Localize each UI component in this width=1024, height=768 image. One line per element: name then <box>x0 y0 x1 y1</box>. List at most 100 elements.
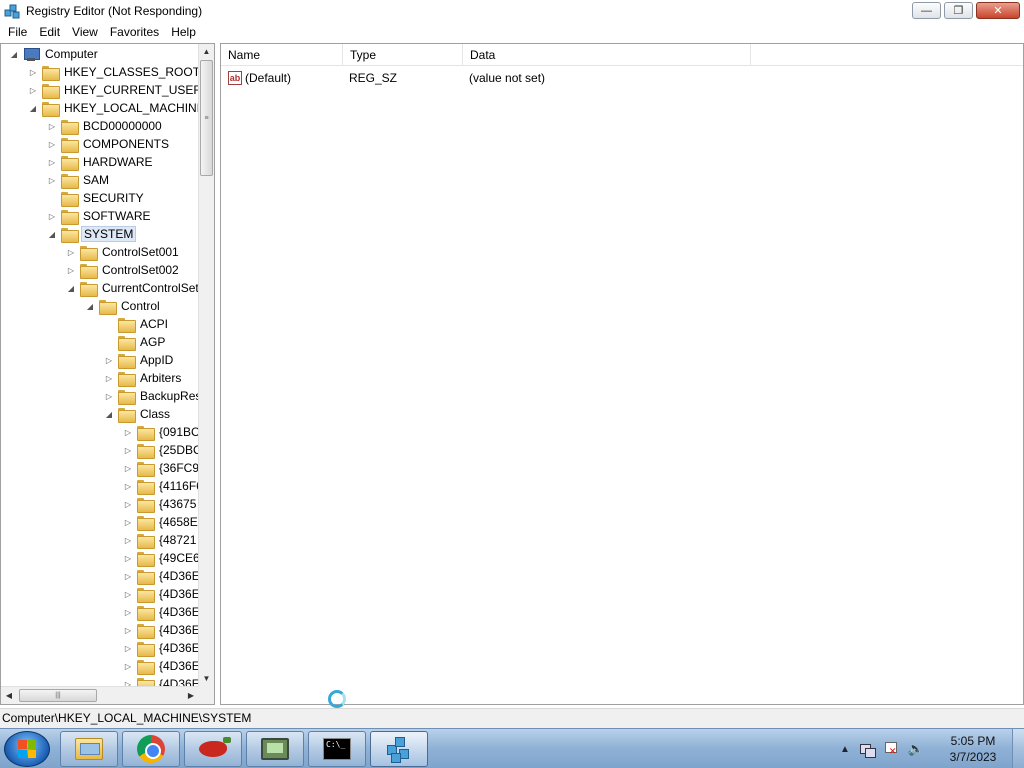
tree-node[interactable]: ▷ {48721 <box>123 531 198 549</box>
tree-node[interactable]: ▷ BackupRes <box>104 387 199 405</box>
tree-node[interactable]: ▷ Arbiters <box>104 369 183 387</box>
tree-node[interactable]: ◢ Class <box>104 405 172 423</box>
expand-arrow-icon[interactable]: ▷ <box>123 482 133 491</box>
taskbar-chrome-button[interactable] <box>122 731 180 767</box>
collapse-arrow-icon[interactable]: ◢ <box>28 104 38 113</box>
menu-edit[interactable]: Edit <box>33 25 66 39</box>
tree-node[interactable]: ▷ {49CE6 <box>123 549 199 567</box>
tree-node[interactable]: ▷ ControlSet001 <box>66 243 181 261</box>
expand-arrow-icon[interactable]: ▷ <box>47 140 57 149</box>
expand-arrow-icon[interactable]: ▷ <box>104 392 114 401</box>
expand-arrow-icon[interactable]: ▷ <box>123 626 133 635</box>
taskbar-cmd-button[interactable]: C:\_ <box>308 731 366 767</box>
tree-node[interactable]: ▷ HKEY_CLASSES_ROOT <box>28 63 199 81</box>
expand-arrow-icon[interactable]: ▷ <box>123 644 133 653</box>
taskbar-regedit-button[interactable] <box>370 731 428 767</box>
expand-arrow-icon[interactable]: ▷ <box>47 176 57 185</box>
scroll-up-arrow-icon[interactable]: ▲ <box>199 44 214 60</box>
value-row[interactable]: ab (Default) REG_SZ (value not set) <box>221 68 545 88</box>
expand-arrow-icon[interactable]: ▷ <box>123 518 133 527</box>
tree-node[interactable]: ▷ ControlSet002 <box>66 261 181 279</box>
expand-arrow-icon[interactable]: ▷ <box>123 554 133 563</box>
show-desktop-button[interactable] <box>1012 729 1024 768</box>
tree-node[interactable]: ◢ HKEY_LOCAL_MACHINE <box>28 99 199 117</box>
taskbar-device-button[interactable] <box>246 731 304 767</box>
column-header-data[interactable]: Data <box>463 44 751 66</box>
tree-node[interactable]: ▷ {43675 <box>123 495 198 513</box>
network-icon[interactable] <box>859 742 876 758</box>
maximize-button[interactable]: ❐ <box>944 2 973 19</box>
values-list-pane[interactable]: Name Type Data ab (Default) REG_SZ (valu… <box>220 43 1024 705</box>
tree-node[interactable]: ▷ {4D36E <box>123 657 199 675</box>
expand-arrow-icon[interactable]: ▷ <box>123 428 133 437</box>
tree-node[interactable]: AGP <box>104 333 167 351</box>
start-button[interactable] <box>4 731 50 767</box>
menu-help[interactable]: Help <box>165 25 202 39</box>
expand-arrow-icon[interactable]: ▷ <box>47 158 57 167</box>
expand-arrow-icon[interactable]: ▷ <box>66 266 76 275</box>
tree-node[interactable]: ▷ {36FC9 <box>123 459 199 477</box>
expand-arrow-icon[interactable]: ▷ <box>123 590 133 599</box>
column-header-name[interactable]: Name <box>221 44 343 66</box>
show-hidden-icons-icon[interactable]: ▲ <box>840 744 850 755</box>
menu-view[interactable]: View <box>66 25 104 39</box>
tree-node[interactable]: ACPI <box>104 315 170 333</box>
expand-arrow-icon[interactable]: ▷ <box>123 536 133 545</box>
registry-tree-pane[interactable]: ◢ Computer ▷ HKEY_CLASSES_ROOT ▷ HKEY_CURRENT… <box>0 43 215 705</box>
taskbar-explorer-button[interactable] <box>60 731 118 767</box>
tree-node[interactable]: ▷ {4D36E <box>123 639 199 657</box>
tree-node[interactable]: ▷ BCD00000000 <box>47 117 164 135</box>
expand-arrow-icon[interactable]: ▷ <box>123 608 133 617</box>
column-header-type[interactable]: Type <box>343 44 463 66</box>
tree-node[interactable]: ▷ AppID <box>104 351 175 369</box>
tree-node[interactable]: ◢ SYSTEM <box>47 225 137 243</box>
clock[interactable]: 5:05 PM 3/7/2023 <box>940 733 1006 765</box>
tree-horizontal-scrollbar[interactable]: ◀ ||| ▶ <box>1 686 199 704</box>
tree-node[interactable]: ▷ HARDWARE <box>47 153 155 171</box>
tree-node[interactable]: ▷ {4D36E <box>123 603 199 621</box>
title-bar[interactable]: Registry Editor (Not Responding) — ❐ ✕ <box>0 0 1024 22</box>
tree-node[interactable]: ▷ {25DBC <box>123 441 199 459</box>
horizontal-scroll-thumb[interactable]: ||| <box>19 689 97 702</box>
tree-node[interactable]: ▷ SAM <box>47 171 111 189</box>
collapse-arrow-icon[interactable]: ◢ <box>66 284 76 293</box>
expand-arrow-icon[interactable]: ▷ <box>28 68 38 77</box>
expand-arrow-icon[interactable]: ▷ <box>28 86 38 95</box>
expand-arrow-icon[interactable]: ▷ <box>123 500 133 509</box>
volume-icon[interactable]: 🔈 <box>908 741 924 757</box>
tree-node[interactable]: ▷ SOFTWARE <box>47 207 153 225</box>
tree-node[interactable]: ◢ Control <box>85 297 162 315</box>
expand-arrow-icon[interactable]: ▷ <box>123 446 133 455</box>
expand-arrow-icon[interactable]: ▷ <box>47 212 57 221</box>
tree-node[interactable]: ▷ {4D36E <box>123 621 199 639</box>
menu-favorites[interactable]: Favorites <box>104 25 165 39</box>
expand-arrow-icon[interactable]: ▷ <box>47 122 57 131</box>
tree-node[interactable]: SECURITY <box>47 189 146 207</box>
minimize-button[interactable]: — <box>912 2 941 19</box>
menu-file[interactable]: File <box>2 25 33 39</box>
scroll-left-arrow-icon[interactable]: ◀ <box>1 687 17 704</box>
collapse-arrow-icon[interactable]: ◢ <box>85 302 95 311</box>
taskbar-pepper-button[interactable] <box>184 731 242 767</box>
expand-arrow-icon[interactable]: ▷ <box>104 374 114 383</box>
tree-node[interactable]: ◢ Computer <box>9 45 100 63</box>
expand-arrow-icon[interactable]: ▷ <box>123 464 133 473</box>
tree-node[interactable]: ▷ {091BC <box>123 423 199 441</box>
vertical-scroll-thumb[interactable]: ≡ <box>200 60 213 176</box>
tree-node[interactable]: ▷ {4D36E <box>123 567 199 585</box>
expand-arrow-icon[interactable]: ▷ <box>104 356 114 365</box>
expand-arrow-icon[interactable]: ▷ <box>123 572 133 581</box>
tree-node[interactable]: ▷ {4116F6 <box>123 477 199 495</box>
collapse-arrow-icon[interactable]: ◢ <box>9 50 19 59</box>
scroll-down-arrow-icon[interactable]: ▼ <box>199 671 214 687</box>
tree-node[interactable]: ▷ COMPONENTS <box>47 135 171 153</box>
tree-node[interactable]: ▷ {4658EE <box>123 513 199 531</box>
close-button[interactable]: ✕ <box>976 2 1020 19</box>
scroll-right-arrow-icon[interactable]: ▶ <box>183 687 199 704</box>
tree-vertical-scrollbar[interactable]: ▲ ≡ ▼ <box>198 44 214 687</box>
action-center-icon[interactable] <box>884 742 898 757</box>
expand-arrow-icon[interactable]: ▷ <box>123 662 133 671</box>
tree-node[interactable]: ◢ CurrentControlSet <box>66 279 199 297</box>
collapse-arrow-icon[interactable]: ◢ <box>104 410 114 419</box>
tree-node[interactable]: ▷ {4D36E <box>123 585 199 603</box>
